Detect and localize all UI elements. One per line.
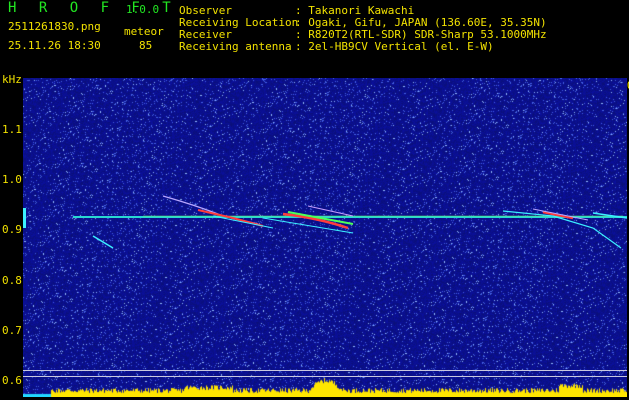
timestamp: 25.11.26 18:30 bbox=[8, 39, 101, 52]
meteor-trail bbox=[307, 205, 354, 217]
antenna-value: : 2el-HB9CV Vertical (el. E-W) bbox=[295, 40, 494, 53]
event-label: meteor bbox=[124, 25, 164, 38]
y-tick-label: 1.0 bbox=[2, 173, 22, 187]
edge-marker bbox=[23, 208, 26, 228]
antenna-label: Receiving antenna bbox=[179, 40, 292, 53]
spectrogram bbox=[23, 78, 627, 397]
meteor-trail bbox=[162, 195, 259, 225]
spectrogram-traces bbox=[23, 195, 627, 249]
y-tick-label: 0.9 bbox=[2, 223, 22, 237]
app-version: 1.0.0 bbox=[126, 3, 160, 16]
y-unit-label: kHz bbox=[2, 73, 22, 86]
y-tick-label: 0.6 bbox=[2, 374, 22, 387]
baseline-upper bbox=[23, 370, 627, 371]
meteor-trail bbox=[92, 235, 114, 249]
y-tick-label: 1.1 bbox=[2, 123, 22, 136]
activity-histogram bbox=[23, 373, 627, 397]
file-name: 2511261830.png bbox=[8, 20, 101, 33]
y-tick-label: 0.7 bbox=[2, 323, 22, 337]
event-count: 85 bbox=[139, 39, 153, 52]
y-tick-label: 0.8 bbox=[2, 273, 22, 287]
